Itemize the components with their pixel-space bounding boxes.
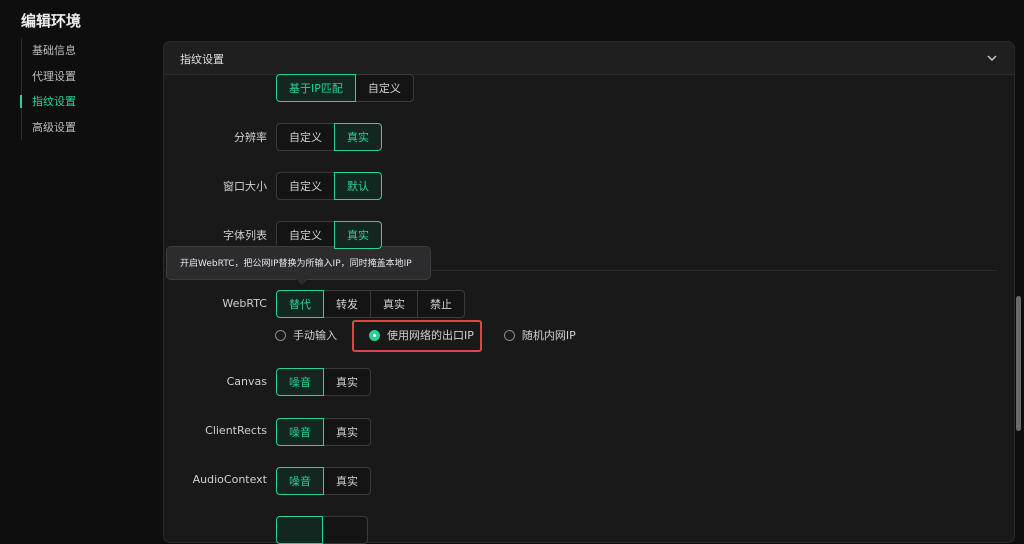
resolution-option-real[interactable]: 真实 xyxy=(334,123,382,151)
client-rects-segmented: 噪音 真实 xyxy=(276,418,371,446)
window-size-option-custom[interactable]: 自定义 xyxy=(276,172,335,200)
panel-header[interactable]: 指纹设置 xyxy=(164,42,1014,75)
resolution-segmented: 自定义 真实 xyxy=(276,123,382,151)
next-row-option[interactable] xyxy=(322,516,368,544)
client-rects-label: ClientRects xyxy=(205,424,267,437)
panel-title: 指纹设置 xyxy=(180,53,224,66)
timezone-option-ip-match[interactable]: 基于IP匹配 xyxy=(276,74,356,102)
radio-random-lan-ip[interactable]: 随机内网IP xyxy=(503,327,576,343)
radio-circle-icon xyxy=(503,329,515,341)
webrtc-label: WebRTC xyxy=(222,297,267,310)
timezone-option-custom[interactable]: 自定义 xyxy=(354,74,414,102)
highlight-box xyxy=(352,320,482,352)
next-row-option-selected[interactable] xyxy=(276,516,323,544)
audio-context-segmented: 噪音 真实 xyxy=(276,467,371,495)
audio-context-label: AudioContext xyxy=(192,473,267,486)
font-list-label: 字体列表 xyxy=(223,229,267,242)
canvas-option-noise[interactable]: 噪音 xyxy=(276,368,324,396)
canvas-segmented: 噪音 真实 xyxy=(276,368,371,396)
audio-context-option-real[interactable]: 真实 xyxy=(323,467,371,495)
chevron-down-icon[interactable] xyxy=(986,52,998,64)
canvas-label: Canvas xyxy=(226,375,267,388)
font-list-option-real[interactable]: 真实 xyxy=(334,221,382,249)
next-row-segmented xyxy=(276,516,368,544)
sidebar-item-proxy[interactable]: 代理设置 xyxy=(22,64,76,90)
window-size-option-default[interactable]: 默认 xyxy=(334,172,382,200)
webrtc-option-real[interactable]: 真实 xyxy=(370,290,418,318)
font-list-option-custom[interactable]: 自定义 xyxy=(276,221,335,249)
font-list-segmented: 自定义 真实 xyxy=(276,221,382,249)
sidebar-nav: 基础信息 代理设置 指纹设置 高级设置 xyxy=(20,38,76,140)
webrtc-option-forward[interactable]: 转发 xyxy=(323,290,371,318)
radio-circle-icon xyxy=(275,329,286,341)
client-rects-option-noise[interactable]: 噪音 xyxy=(276,418,324,446)
radio-label: 随机内网IP xyxy=(521,329,576,342)
webrtc-segmented: 替代 转发 真实 禁止 xyxy=(276,290,465,318)
radio-manual-input[interactable]: 手动输入 xyxy=(275,327,337,343)
timezone-segmented: 基于IP匹配 自定义 xyxy=(276,74,414,102)
window-size-label: 窗口大小 xyxy=(223,180,267,193)
window-size-segmented: 自定义 默认 xyxy=(276,172,382,200)
webrtc-tooltip: 开启WebRTC，把公网IP替换为所输入IP，同时掩盖本地IP xyxy=(166,246,431,280)
tooltip-arrow xyxy=(296,279,308,285)
resolution-label: 分辨率 xyxy=(234,131,267,144)
page-title: 编辑环境 xyxy=(21,12,82,30)
resolution-option-custom[interactable]: 自定义 xyxy=(276,123,335,151)
client-rects-option-real[interactable]: 真实 xyxy=(323,418,371,446)
radio-label: 手动输入 xyxy=(293,329,337,342)
canvas-option-real[interactable]: 真实 xyxy=(323,368,371,396)
sidebar-item-basic-info[interactable]: 基础信息 xyxy=(22,38,76,64)
audio-context-option-noise[interactable]: 噪音 xyxy=(276,467,324,495)
scrollbar-thumb[interactable] xyxy=(1016,296,1021,431)
sidebar-item-fingerprint[interactable]: 指纹设置 xyxy=(20,89,76,115)
webrtc-option-disable[interactable]: 禁止 xyxy=(417,290,465,318)
webrtc-option-replace[interactable]: 替代 xyxy=(276,290,324,318)
